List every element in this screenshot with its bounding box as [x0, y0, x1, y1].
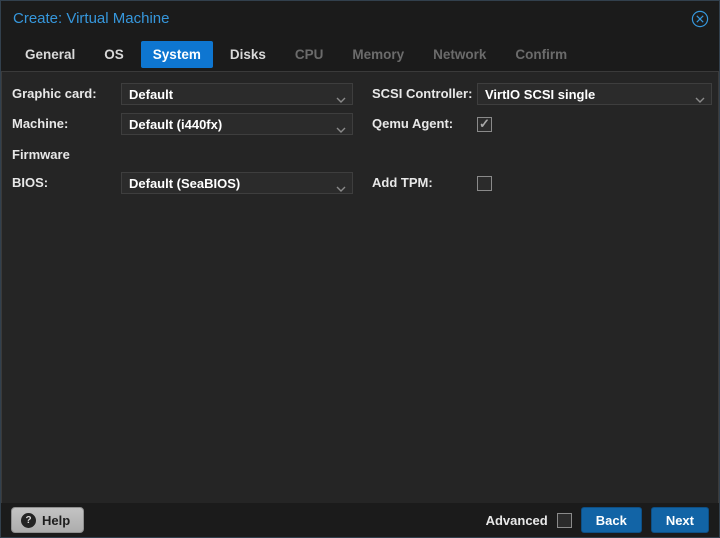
chevron-down-icon [336, 180, 346, 192]
add-tpm-checkbox[interactable]: ✓ [477, 176, 492, 191]
tab-network: Network [433, 46, 487, 62]
tab-system[interactable]: System [140, 40, 213, 68]
help-button-label: Help [42, 512, 71, 528]
machine-value: Default (i440fx) [129, 116, 223, 132]
bios-value: Default (SeaBIOS) [129, 175, 241, 191]
machine-label: Machine: [12, 116, 69, 131]
scsi-controller-select[interactable]: VirtIO SCSI single [477, 83, 712, 105]
graphic-card-value: Default [129, 86, 174, 102]
advanced-checkbox[interactable]: ✓ [556, 512, 572, 528]
tab-cpu: CPU [294, 46, 324, 62]
footer-actions: Advanced ✓ Back Next [486, 507, 709, 533]
chevron-down-icon [695, 91, 705, 103]
advanced-label: Advanced [485, 512, 548, 528]
firmware-section-heading: Firmware [12, 147, 70, 162]
next-button[interactable]: Next [650, 507, 709, 533]
back-button[interactable]: Back [580, 507, 642, 533]
tab-os[interactable]: OS [92, 41, 136, 68]
close-icon[interactable] [691, 10, 709, 28]
help-icon: ? [21, 512, 36, 528]
graphic-card-label: Graphic card: [12, 86, 97, 101]
check-icon: ✓ [479, 116, 490, 131]
scsi-controller-value: VirtIO SCSI single [485, 86, 596, 102]
machine-select[interactable]: Default (i440fx) [121, 113, 353, 135]
dialog-titlebar: Create: Virtual Machine [1, 1, 719, 37]
chevron-down-icon [336, 91, 346, 103]
create-vm-dialog: Create: Virtual Machine General OS Syste… [0, 0, 720, 538]
add-tpm-label: Add TPM: [372, 175, 433, 190]
tab-disks[interactable]: Disks [218, 41, 278, 68]
system-form-panel: Graphic card: Default Machine: Default (… [1, 71, 719, 505]
bios-label: BIOS: [12, 175, 49, 190]
tab-confirm: Confirm [515, 46, 568, 62]
dialog-title: Create: Virtual Machine [13, 10, 170, 27]
wizard-tabs: General OS System Disks CPU Memory Netwo… [1, 37, 719, 71]
tab-memory: Memory [352, 46, 405, 62]
qemu-agent-checkbox[interactable]: ✓ [477, 117, 492, 132]
help-button[interactable]: ? Help [11, 507, 85, 533]
tab-general[interactable]: General [13, 41, 87, 68]
qemu-agent-label: Qemu Agent: [372, 116, 454, 131]
graphic-card-select[interactable]: Default [121, 83, 353, 105]
scsi-controller-label: SCSI Controller: [372, 86, 473, 101]
chevron-down-icon [336, 121, 346, 133]
bios-select[interactable]: Default (SeaBIOS) [121, 172, 353, 194]
dialog-footer: ? Help Advanced ✓ Back Next [1, 503, 719, 537]
